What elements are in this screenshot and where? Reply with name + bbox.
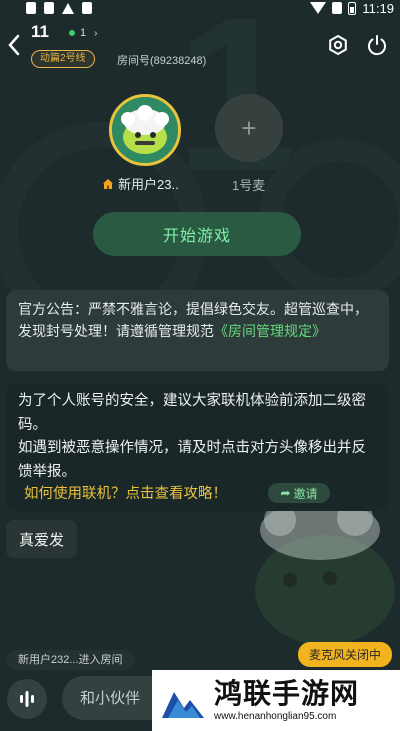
add-seat-icon: +	[241, 112, 257, 143]
room-rules-link[interactable]: 《房间管理规定》	[214, 323, 326, 339]
online-indicator[interactable]: 1 ›	[69, 27, 97, 39]
seat-1-label: 新用户23..	[102, 174, 179, 193]
site-watermark: 鸿联手游网 www.henanhonglian95.com	[152, 670, 400, 731]
sim-icon	[26, 2, 36, 14]
gear-icon	[329, 34, 347, 56]
warning-icon	[62, 2, 74, 14]
server-line-badge[interactable]: 动篇2号线	[31, 50, 95, 68]
user-entered-notice: 新用户232...进入房间	[6, 650, 135, 670]
seat-2-name: 1号麦	[232, 178, 266, 193]
online-count: 1	[80, 27, 87, 39]
watermark-logo	[162, 691, 204, 718]
tips-line-1: 为了个人账号的安全，建议大家联机体验前添加二级密码。	[18, 393, 366, 433]
seat-avatar-1[interactable]	[109, 94, 181, 166]
voice-button[interactable]	[7, 679, 47, 719]
back-button[interactable]	[4, 32, 24, 58]
invite-button[interactable]: ➦ 邀请	[268, 483, 330, 503]
wifi-icon	[310, 2, 327, 14]
seat-empty-2[interactable]: +	[215, 94, 283, 162]
online-dot-icon	[69, 30, 75, 36]
sound-wave-icon	[20, 691, 34, 707]
chat-message: 真爱发	[6, 520, 78, 558]
mic-status-badge[interactable]: 麦克风关闭中	[298, 642, 392, 667]
invite-label: 邀请	[293, 486, 318, 501]
status-bar: 11:19	[0, 0, 400, 16]
room-id: 房间号(89238248)	[117, 55, 207, 67]
home-icon	[103, 178, 113, 189]
status-time: 11:19	[362, 0, 394, 16]
share-icon: ➦	[280, 486, 291, 500]
watermark-title: 鸿联手游网	[214, 676, 360, 710]
settings-button[interactable]	[327, 34, 349, 56]
power-icon	[368, 35, 386, 56]
chevron-right-icon: ›	[94, 27, 98, 39]
room-title: 11	[31, 22, 49, 41]
announcement-card: 官方公告：严禁不雅言论，提倡绿色交友。超管巡查中，发现封号处理！请遵循管理规范《…	[6, 290, 389, 371]
start-game-button[interactable]: 开始游戏	[93, 212, 301, 256]
battery-icon	[348, 1, 357, 15]
guide-link[interactable]: 如何使用联机？点击查看攻略！	[24, 482, 227, 503]
tips-line-2: 如遇到被恶意操作情况，请及时点击对方头像移出并反馈举报。	[18, 440, 366, 480]
chevron-left-icon	[8, 34, 20, 56]
exit-room-button[interactable]	[366, 34, 388, 56]
signal-icon	[332, 2, 343, 14]
seat-1-name: 新用户23..	[118, 177, 179, 192]
app-icon	[82, 2, 92, 14]
watermark-url: www.henanhonglian95.com	[214, 710, 337, 722]
book-icon	[44, 2, 54, 14]
room-header: 11 1 › 动篇2号线 房间号(89238248)	[0, 18, 400, 72]
avatar	[112, 97, 178, 163]
